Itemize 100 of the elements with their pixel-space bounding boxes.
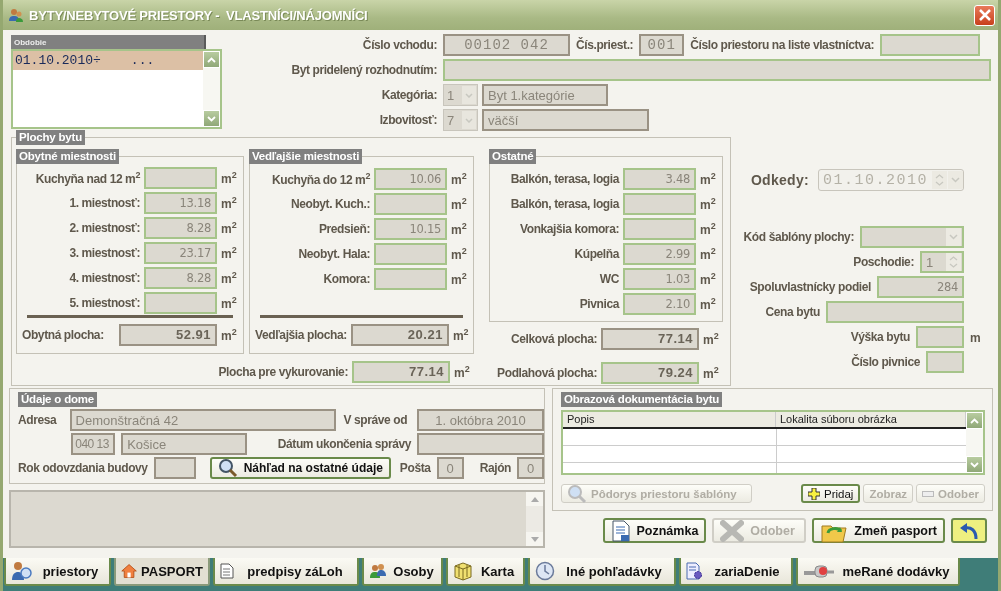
floor-spinner[interactable]: 1 bbox=[920, 251, 964, 273]
area-field[interactable] bbox=[144, 291, 217, 314]
field-label: Odkedy: bbox=[750, 172, 809, 188]
unit-label: m$^{2}$ bbox=[703, 330, 720, 347]
date-field[interactable]: 1. októbra 2010 bbox=[417, 409, 544, 431]
tab[interactable]: predpisy záLoh bbox=[213, 558, 359, 586]
zip-code-field[interactable]: 040 13 bbox=[71, 433, 116, 455]
field-label: 1. miestnosť: bbox=[68, 196, 140, 211]
panel-title: Vedľajšie miestnosti bbox=[249, 149, 363, 164]
unit-label: m$^{2}$ bbox=[451, 195, 468, 212]
area-field[interactable] bbox=[623, 192, 696, 215]
change-button[interactable]: Zmeň pasport bbox=[812, 518, 945, 543]
area-field[interactable] bbox=[623, 217, 696, 240]
scroll-down-button[interactable] bbox=[966, 456, 983, 473]
tab[interactable]: priestory bbox=[4, 558, 111, 586]
category-field[interactable]: Byt 1.kategórie bbox=[482, 84, 608, 106]
undo-button[interactable] bbox=[951, 518, 987, 543]
field-label: Kód šablóny plochy: bbox=[743, 230, 854, 244]
unit-label: m$^{2}$ bbox=[451, 245, 468, 262]
scroll-down-button[interactable] bbox=[203, 110, 220, 127]
field-label: Kategória: bbox=[380, 88, 437, 102]
total-area-field[interactable]: 20.21 bbox=[350, 323, 449, 346]
entrance-number-field[interactable]: 00102 042 bbox=[443, 34, 570, 56]
tab[interactable]: Osoby bbox=[362, 558, 443, 586]
area-field[interactable]: 8.28 bbox=[144, 266, 217, 289]
scroll-down-button[interactable] bbox=[526, 532, 543, 546]
total-area-field[interactable]: 52.91 bbox=[119, 323, 217, 346]
input-field[interactable] bbox=[926, 351, 964, 373]
caret-up-icon bbox=[530, 496, 539, 502]
area-field[interactable] bbox=[374, 192, 447, 215]
area-field[interactable]: 1.03 bbox=[623, 267, 696, 290]
room-count-dropdown[interactable]: 7 bbox=[443, 109, 478, 131]
decision-field[interactable] bbox=[443, 59, 991, 81]
city-field[interactable]: Košice bbox=[121, 433, 248, 455]
scroll-up-button[interactable] bbox=[966, 412, 983, 429]
area-field[interactable] bbox=[374, 267, 447, 290]
house-icon bbox=[121, 562, 138, 580]
field-label: 4. miestnosť: bbox=[68, 270, 140, 285]
input-field[interactable]: 284 bbox=[877, 276, 964, 298]
field-label: Kuchyňa nad 12 m$^{2}$ bbox=[34, 170, 140, 187]
unit-label: m$^{2}$ bbox=[700, 295, 717, 312]
caret-down-icon bbox=[530, 536, 539, 542]
ownership-sheet-field[interactable] bbox=[880, 34, 981, 56]
field-label: 3. miestnosť: bbox=[68, 246, 140, 260]
area-field[interactable]: 13.18 bbox=[144, 192, 217, 215]
unit-label: m$^{2}$ bbox=[221, 294, 238, 311]
tab[interactable]: zariaDenie bbox=[679, 558, 793, 586]
area-field[interactable] bbox=[144, 167, 217, 190]
scroll-up-button[interactable] bbox=[526, 492, 543, 506]
unit-label: m$^{2}$ bbox=[221, 170, 238, 187]
area-field[interactable]: 10.15 bbox=[374, 217, 447, 240]
field-label: Neobyt. Hala: bbox=[297, 246, 370, 261]
year-field[interactable] bbox=[153, 457, 196, 479]
tab[interactable]: meRané dodávky bbox=[796, 558, 960, 586]
tab[interactable]: Iné pohľadávky bbox=[528, 558, 676, 586]
area-field[interactable] bbox=[374, 242, 447, 265]
area-field[interactable]: 3.48 bbox=[623, 167, 696, 190]
tab[interactable]: Karta bbox=[446, 558, 525, 586]
column-header[interactable]: Popis bbox=[563, 412, 776, 427]
area-field[interactable]: 23.17 bbox=[144, 242, 217, 264]
input-field[interactable] bbox=[826, 301, 964, 323]
field-label: Adresa bbox=[18, 413, 58, 427]
space-number-field[interactable]: 001 bbox=[639, 34, 685, 56]
caret-down-icon bbox=[951, 177, 960, 183]
room-size-field[interactable]: väčší bbox=[482, 109, 649, 131]
add-button[interactable]: Pridaj bbox=[801, 484, 861, 503]
tab[interactable]: PASPORT bbox=[114, 558, 210, 586]
preview-button[interactable]: Náhľad na ostatné údaje bbox=[209, 457, 391, 479]
input-field[interactable] bbox=[916, 326, 964, 348]
period-list-item[interactable]: 01.10.2010÷ ... bbox=[13, 51, 203, 70]
total-area-field[interactable]: 77.14 bbox=[601, 327, 699, 350]
spinner-arrows-icon bbox=[935, 173, 944, 187]
template-dropdown[interactable] bbox=[860, 226, 964, 248]
area-field[interactable]: 2.99 bbox=[623, 242, 696, 265]
district-field[interactable]: 0 bbox=[517, 457, 544, 479]
area-field[interactable]: 2.10 bbox=[623, 292, 696, 315]
date-field[interactable] bbox=[417, 433, 544, 455]
field-label: Predsieň: bbox=[317, 221, 370, 236]
total-area-field[interactable]: 77.14 bbox=[352, 360, 450, 383]
close-button[interactable] bbox=[974, 4, 995, 26]
field-label: WC bbox=[598, 271, 619, 286]
total-area-field[interactable]: 79.24 bbox=[601, 361, 699, 384]
note-text-area[interactable] bbox=[9, 490, 545, 548]
box-icon bbox=[453, 561, 473, 581]
area-field[interactable]: 10.06 bbox=[374, 167, 447, 190]
category-dropdown[interactable]: 1 bbox=[443, 84, 478, 106]
field-label: Izbovitosť: bbox=[378, 113, 437, 127]
field-label: Plocha pre vykurovanie: bbox=[217, 364, 348, 379]
post-field[interactable]: 0 bbox=[436, 457, 464, 479]
note-button[interactable]: Poznámka bbox=[602, 518, 707, 543]
area-field[interactable]: 8.28 bbox=[144, 217, 217, 240]
unit-label: m$^{2}$ bbox=[451, 220, 468, 237]
document-icon bbox=[220, 563, 234, 579]
address-field[interactable]: Demonštračná 42 bbox=[69, 409, 336, 431]
unit-label: m$^{2}$ bbox=[221, 245, 238, 261]
field-label: V správe od bbox=[343, 413, 409, 427]
field-label: Kuchyňa do 12 m$^{2}$ bbox=[271, 170, 370, 187]
caret-up-icon bbox=[207, 56, 216, 63]
scroll-up-button[interactable] bbox=[203, 51, 220, 68]
panel-title: Údaje o dome bbox=[18, 392, 97, 407]
